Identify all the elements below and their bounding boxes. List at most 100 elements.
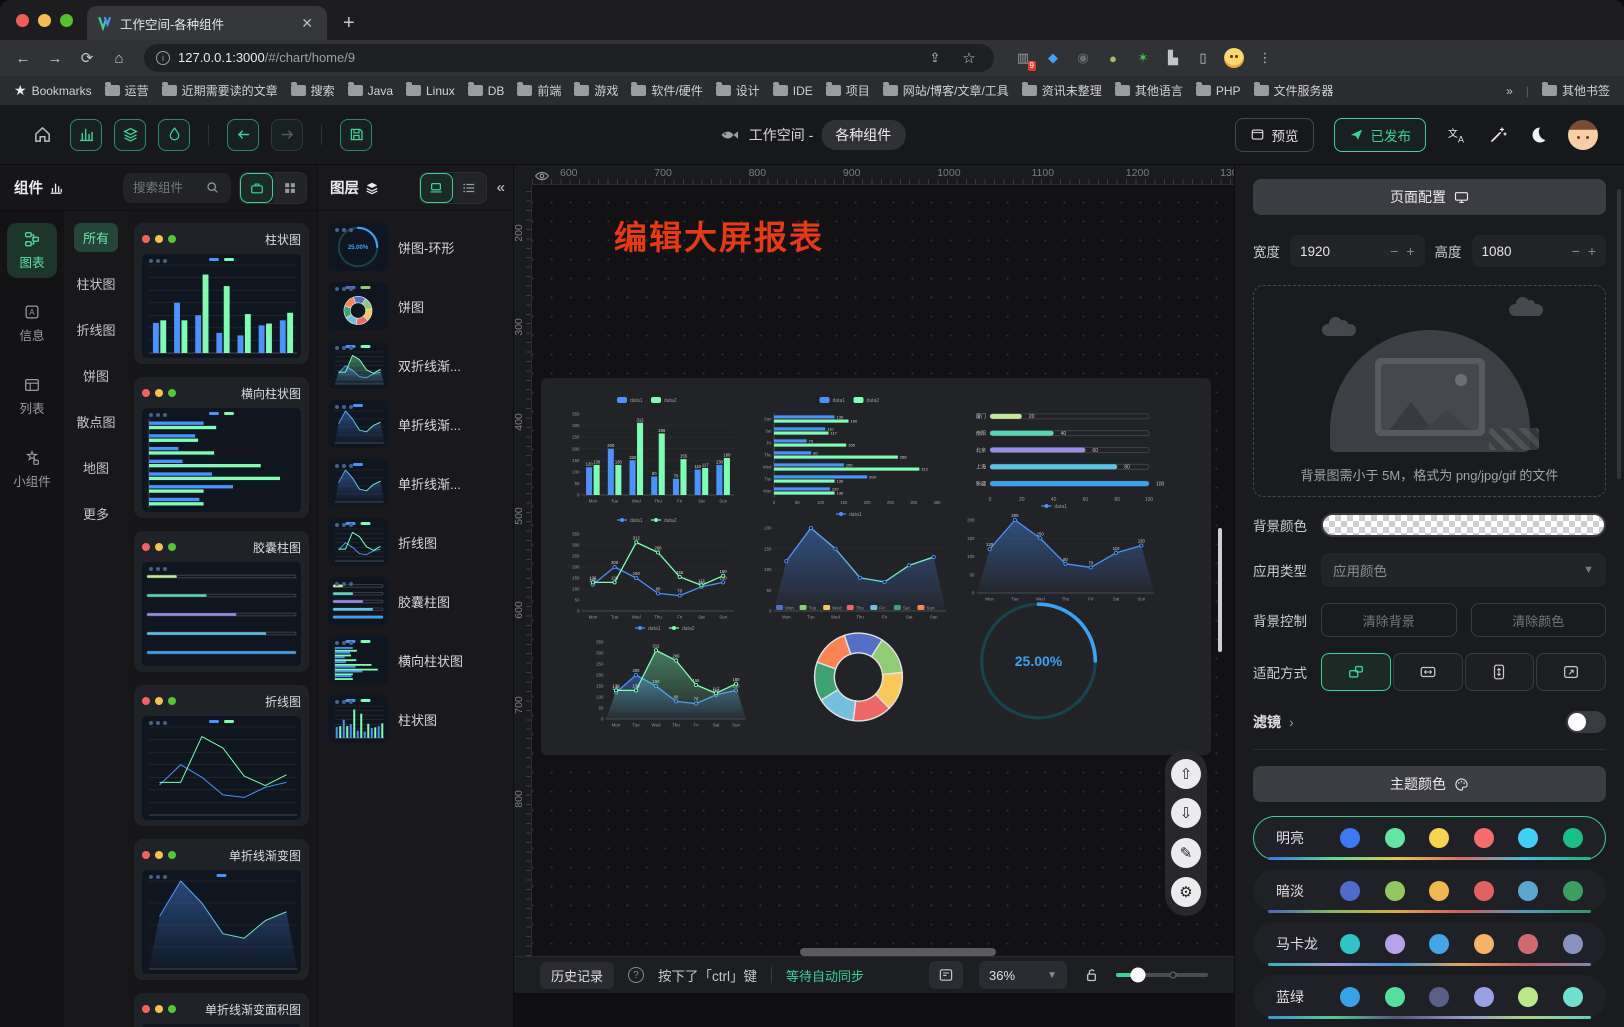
layer-item[interactable]: 横向柱状图 [328, 636, 503, 684]
project-name[interactable]: 各种组件 [821, 120, 905, 150]
bookmark-folder[interactable]: DB [468, 82, 505, 99]
translate-icon[interactable]: 文A [1446, 125, 1468, 145]
slider-knob[interactable] [1131, 968, 1146, 983]
dashboard-preview[interactable]: data1data2050100150200250300350MonTueWed… [541, 378, 1211, 755]
user-avatar[interactable] [1568, 120, 1598, 150]
bookmark-star-icon[interactable]: ☆ [956, 45, 982, 71]
publish-button[interactable]: 已发布 [1334, 118, 1427, 152]
sidebar-nav-图表[interactable]: 图表 [7, 223, 57, 278]
list-view-button[interactable] [453, 173, 486, 203]
bookmark-folder[interactable]: 其他语言 [1115, 82, 1183, 99]
width-value[interactable]: 1920 [1300, 244, 1382, 259]
edit-button[interactable]: ✎ [1171, 838, 1201, 868]
browser-profile-avatar[interactable] [1224, 48, 1244, 68]
height-value[interactable]: 1080 [1482, 244, 1564, 259]
fit-width-button[interactable] [1393, 653, 1463, 691]
home-nav-icon[interactable] [26, 119, 58, 151]
undo-button[interactable] [227, 119, 259, 151]
layer-item[interactable]: 折线图 [328, 518, 503, 566]
layer-item[interactable]: 单折线渐... [328, 400, 503, 448]
layer-item[interactable]: 单折线渐... [328, 459, 503, 507]
category-散点图[interactable]: 散点图 [67, 407, 124, 436]
maximize-window-button[interactable] [60, 14, 73, 27]
widget-linearea2[interactable]: data1data2050100150200250300350MonTueWed… [585, 620, 753, 732]
widget-bar7[interactable]: data1data2050100150200250300350MonTueWed… [561, 392, 741, 508]
height-stepper[interactable]: 1080 − + [1472, 235, 1607, 267]
single-view-toggle-button[interactable] [240, 173, 273, 203]
component-card[interactable]: 单折线渐变面积图 [134, 993, 309, 1027]
search-input[interactable] [131, 180, 201, 196]
bookmark-folder[interactable]: 设计 [716, 82, 760, 99]
thumbnail-view-button[interactable] [420, 173, 453, 203]
theme-row-暗淡[interactable]: 暗淡 [1253, 869, 1606, 913]
height-plus-button[interactable]: + [1588, 243, 1596, 259]
settings-gear-button[interactable]: ⚙ [1171, 877, 1201, 907]
grid-view-toggle-button[interactable] [273, 173, 306, 203]
bookmark-folder[interactable]: 网站/博客/文章/工具 [883, 82, 1009, 99]
component-card[interactable]: 折线图 [134, 685, 309, 826]
widget-donut7[interactable]: MonTueWedThuFriSatSun [771, 600, 946, 738]
fit-stretch-button[interactable] [1536, 653, 1606, 691]
import-button[interactable]: ⇩ [1171, 798, 1201, 828]
layers-panel-toggle-button[interactable] [114, 119, 146, 151]
reload-icon[interactable]: ⟳ [74, 45, 100, 71]
filter-toggle[interactable] [1566, 711, 1606, 733]
category-更多[interactable]: 更多 [74, 499, 118, 528]
clear-color-button[interactable]: 清除颜色 [1471, 603, 1607, 637]
sidebar-toggle-icon[interactable]: ▯ [1194, 49, 1212, 67]
collapse-panel-chevron[interactable]: « [495, 179, 507, 196]
category-饼图[interactable]: 饼图 [74, 361, 118, 390]
widget-hbar7[interactable]: data1data2Mon120130Tue200130Wed150312Thu… [756, 392, 951, 508]
theme-row-蓝绿[interactable]: 蓝绿 [1253, 975, 1606, 1019]
clear-background-button[interactable]: 清除背景 [1321, 603, 1457, 637]
bookmark-folder[interactable]: 文件服务器 [1254, 82, 1334, 99]
layer-item[interactable]: 25.00%饼图-环形 [328, 223, 503, 271]
width-minus-button[interactable]: − [1390, 243, 1398, 259]
export-button[interactable]: ⇧ [1171, 759, 1201, 789]
extension-green-icon[interactable]: ● [1104, 49, 1122, 67]
layer-item[interactable]: 饼图 [328, 282, 503, 330]
page-config-header[interactable]: 页面配置 [1253, 179, 1606, 215]
bookmarks-root[interactable]: ★ Bookmarks [14, 82, 92, 99]
browser-menu-icon[interactable]: ⋮ [1256, 49, 1274, 67]
bookmark-folder[interactable]: 项目 [826, 82, 870, 99]
component-search[interactable] [123, 173, 231, 203]
bookmark-folder[interactable]: 运营 [105, 82, 149, 99]
panel-scrollbar[interactable] [1617, 189, 1621, 479]
layer-item[interactable]: 柱状图 [328, 695, 503, 743]
puzzle-icon[interactable]: ▙ [1164, 49, 1182, 67]
other-bookmarks[interactable]: 其他书签 [1542, 82, 1610, 99]
site-info-icon[interactable]: i [156, 51, 170, 65]
background-upload-dropzone[interactable]: 背景图需小于 5M，格式为 png/jpg/gif 的文件 [1253, 285, 1606, 497]
bookmark-folder[interactable]: PHP [1196, 82, 1241, 99]
fit-scale-button[interactable] [1321, 653, 1391, 691]
save-button[interactable] [340, 119, 372, 151]
lock-icon[interactable] [1083, 966, 1100, 984]
height-minus-button[interactable]: − [1572, 243, 1580, 259]
bookmark-folder[interactable]: 搜索 [291, 82, 335, 99]
app-type-select[interactable]: 应用颜色 ▼ [1321, 553, 1606, 587]
component-card[interactable]: 柱状图 [134, 223, 309, 364]
widget-capsule5[interactable]: 厦门20南阳40北京60上海80新疆100020406080100 [966, 398, 1171, 506]
dark-mode-moon-icon[interactable] [1528, 125, 1548, 145]
theme-color-header[interactable]: 主题颜色 [1253, 766, 1606, 802]
horizontal-scrollbar[interactable] [800, 948, 996, 956]
theme-row-马卡龙[interactable]: 马卡龙 [1253, 922, 1606, 966]
extension-star-icon[interactable]: ✶ [1134, 49, 1152, 67]
chart-detail-button[interactable] [929, 961, 963, 989]
bookmark-folder[interactable]: 前端 [517, 82, 561, 99]
share-icon[interactable]: ⇪ [922, 45, 948, 71]
bookmark-folder[interactable]: Java [348, 82, 393, 99]
bookmark-folder[interactable]: IDE [773, 82, 813, 99]
chevron-right-icon[interactable]: › [1289, 714, 1294, 730]
vertical-scrollbar[interactable] [1218, 528, 1222, 652]
sidebar-nav-信息[interactable]: A信息 [7, 296, 57, 351]
history-button[interactable]: 历史记录 [540, 962, 614, 989]
chart-panel-toggle-button[interactable] [70, 119, 102, 151]
category-折线图[interactable]: 折线图 [67, 315, 124, 344]
component-card[interactable]: 胶囊柱图 [134, 531, 309, 672]
fit-height-button[interactable] [1465, 653, 1535, 691]
magic-wand-icon[interactable] [1488, 125, 1508, 145]
bookmark-folder[interactable]: Linux [406, 82, 455, 99]
category-柱状图[interactable]: 柱状图 [67, 269, 124, 298]
